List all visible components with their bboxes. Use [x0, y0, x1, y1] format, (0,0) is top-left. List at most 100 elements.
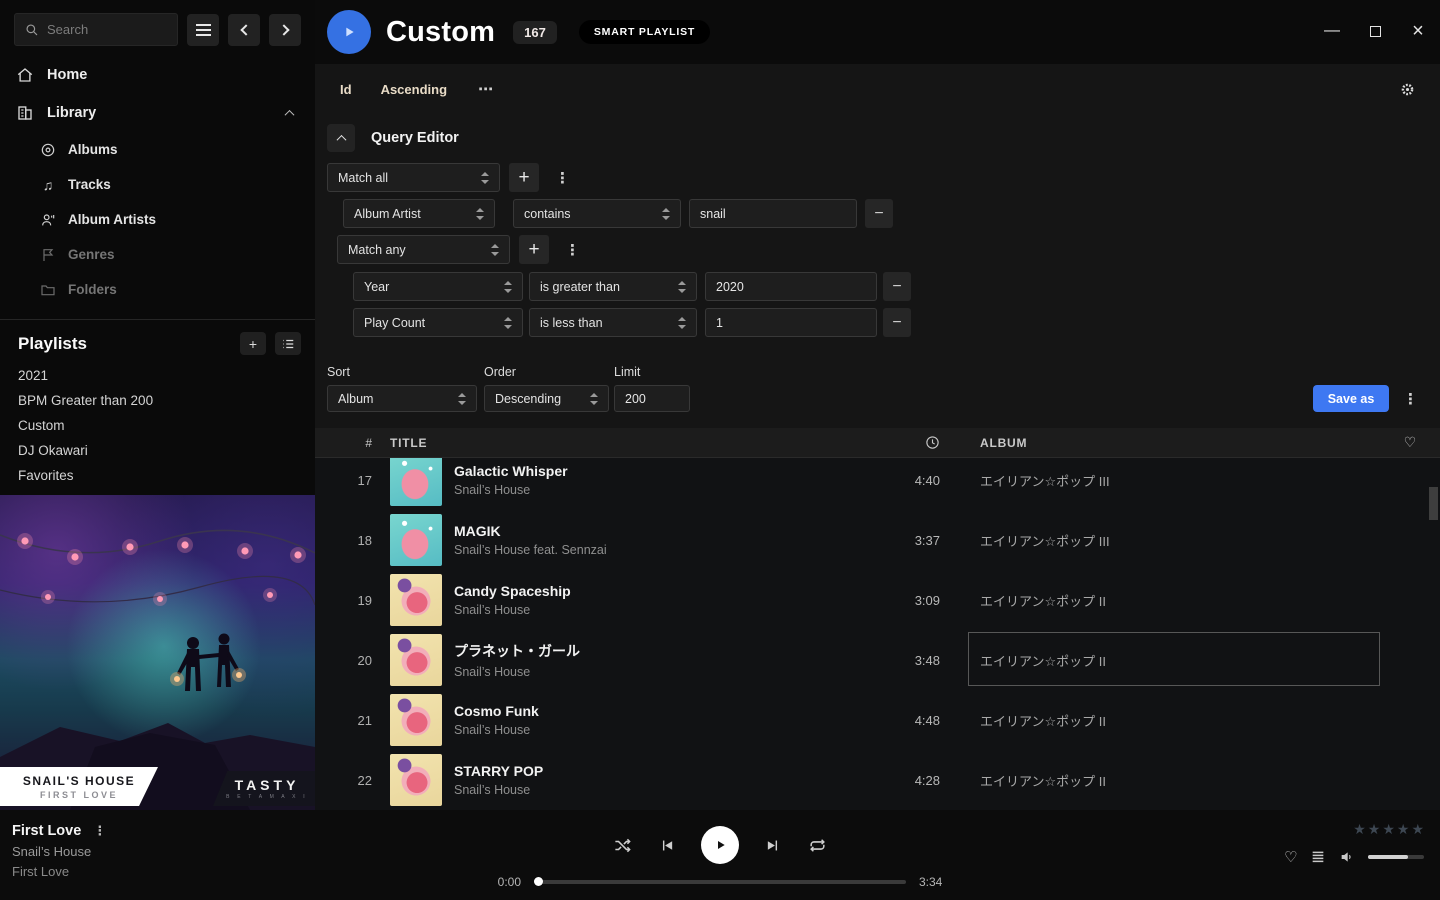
- rule-operator-select[interactable]: is less than: [529, 308, 697, 337]
- remove-rule-button[interactable]: −: [883, 272, 911, 301]
- search-input[interactable]: [47, 22, 157, 37]
- sidebar-item-folders[interactable]: Folders: [0, 272, 315, 307]
- sort-field-control[interactable]: Id: [340, 82, 352, 97]
- scrollbar-thumb[interactable]: [1429, 487, 1438, 520]
- star-icon[interactable]: ★: [1382, 821, 1395, 838]
- column-favorite[interactable]: ♡: [1380, 434, 1440, 451]
- sidebar-item-albums[interactable]: Albums: [0, 132, 315, 167]
- library-icon: [16, 104, 34, 122]
- sidebar-item-genres[interactable]: Genres: [0, 237, 315, 272]
- track-row[interactable]: 19 Candy SpaceshipSnail’s House 3:09 エイリ…: [315, 570, 1440, 630]
- rating-stars[interactable]: ★ ★ ★ ★ ★: [1284, 821, 1424, 838]
- track-row[interactable]: 17 Galactic WhisperSnail’s House 4:40 エイ…: [315, 458, 1440, 510]
- maximize-button[interactable]: [1368, 24, 1382, 38]
- play-playlist-button[interactable]: [327, 10, 371, 54]
- add-rule-button[interactable]: +: [519, 235, 549, 264]
- settings-button[interactable]: [1399, 81, 1416, 98]
- previous-track-button[interactable]: [658, 837, 675, 854]
- column-title[interactable]: TITLE: [390, 436, 880, 450]
- volume-slider[interactable]: [1368, 855, 1424, 859]
- rule-value-field[interactable]: [705, 308, 877, 337]
- remove-rule-button[interactable]: −: [865, 199, 893, 228]
- track-album-cell[interactable]: エイリアン☆ポップ II: [980, 711, 1380, 730]
- star-icon[interactable]: ★: [1353, 821, 1366, 838]
- more-options-button[interactable]: ⋯: [478, 80, 494, 98]
- column-duration[interactable]: [880, 435, 940, 450]
- shuffle-button[interactable]: [613, 836, 632, 855]
- play-icon: [341, 24, 357, 40]
- playlist-item[interactable]: DJ Okawari: [18, 438, 301, 463]
- select-chevrons-icon: [504, 281, 512, 293]
- sidebar-item-library[interactable]: Library: [0, 94, 315, 132]
- add-playlist-button[interactable]: +: [240, 332, 266, 355]
- playlist-item[interactable]: Favorites: [18, 463, 301, 488]
- repeat-button[interactable]: [808, 836, 827, 855]
- save-menu-button[interactable]: ⋮: [1397, 390, 1424, 408]
- album-art-title: FIRST LOVE: [40, 790, 118, 800]
- rule-field-select[interactable]: Album Artist: [343, 199, 495, 228]
- track-album-cell-focused[interactable]: エイリアン☆ポップ II: [980, 651, 1380, 670]
- volume-button[interactable]: [1339, 849, 1355, 865]
- minimize-button[interactable]: —: [1325, 24, 1339, 38]
- sidebar-item-label: Album Artists: [68, 212, 156, 227]
- star-icon[interactable]: ★: [1368, 821, 1381, 838]
- track-table-header: # TITLE ALBUM ♡: [315, 428, 1440, 458]
- remove-rule-button[interactable]: −: [883, 308, 911, 337]
- match-all-select[interactable]: Match all: [327, 163, 500, 192]
- rule-value-field[interactable]: [705, 272, 877, 301]
- track-row[interactable]: 21 Cosmo FunkSnail’s House 4:48 エイリアン☆ポッ…: [315, 690, 1440, 750]
- rule-value-field[interactable]: [689, 199, 857, 228]
- select-chevrons-icon: [476, 208, 484, 220]
- close-button[interactable]: ×: [1411, 24, 1425, 38]
- query-editor-collapse-button[interactable]: [327, 124, 355, 152]
- rule-operator-select[interactable]: is greater than: [529, 272, 697, 301]
- column-index[interactable]: #: [315, 436, 372, 450]
- seek-bar[interactable]: [534, 880, 906, 884]
- sidebar-item-tracks[interactable]: ♫ Tracks: [0, 167, 315, 202]
- play-button[interactable]: [701, 826, 739, 864]
- add-rule-button[interactable]: +: [509, 163, 539, 192]
- group-menu-button[interactable]: ⋮: [549, 169, 576, 187]
- track-row[interactable]: 18 MAGIKSnail’s House feat. Sennzai 3:37…: [315, 510, 1440, 570]
- track-album-cell[interactable]: エイリアン☆ポップ II: [980, 771, 1380, 790]
- track-row[interactable]: 22 STARRY POPSnail’s House 4:28 エイリアン☆ポッ…: [315, 750, 1440, 810]
- sidebar-item-home[interactable]: Home: [0, 56, 315, 94]
- star-icon[interactable]: ★: [1411, 821, 1424, 838]
- group-menu-button[interactable]: ⋮: [559, 241, 586, 259]
- star-icon[interactable]: ★: [1397, 821, 1410, 838]
- sort-select[interactable]: Album: [327, 385, 477, 412]
- track-album-cell[interactable]: エイリアン☆ポップ III: [980, 531, 1380, 550]
- now-playing-menu-button[interactable]: ⋮: [93, 823, 106, 839]
- playlist-item[interactable]: 2021: [18, 363, 301, 388]
- rule-field-select[interactable]: Year: [353, 272, 523, 301]
- track-album-cell[interactable]: エイリアン☆ポップ II: [980, 591, 1380, 610]
- playlist-list-button[interactable]: [275, 332, 301, 355]
- track-row[interactable]: 20 プラネット・ガールSnail’s House 3:48 エイリアン☆ポップ…: [315, 630, 1440, 690]
- list-toolbar: Id Ascending ⋯: [315, 64, 1440, 114]
- chevron-up-icon: [336, 134, 346, 144]
- save-as-button[interactable]: Save as: [1313, 385, 1389, 412]
- match-any-select[interactable]: Match any: [337, 235, 510, 264]
- sort-direction-control[interactable]: Ascending: [381, 82, 447, 97]
- rule-operator-select[interactable]: contains: [513, 199, 681, 228]
- rule-field-select[interactable]: Play Count: [353, 308, 523, 337]
- playlist-item[interactable]: BPM Greater than 200: [18, 388, 301, 413]
- seek-thumb[interactable]: [534, 877, 543, 886]
- track-album-cell[interactable]: エイリアン☆ポップ III: [980, 471, 1380, 490]
- next-track-button[interactable]: [765, 837, 782, 854]
- column-album[interactable]: ALBUM: [980, 436, 1380, 450]
- favorite-button[interactable]: ♡: [1284, 848, 1297, 866]
- album-cover-thumbnail: [390, 694, 442, 746]
- collapse-chevron-icon[interactable]: [285, 109, 295, 119]
- select-chevrons-icon: [678, 281, 686, 293]
- sidebar-item-album-artists[interactable]: Album Artists: [0, 202, 315, 237]
- nav-forward-button[interactable]: [269, 14, 301, 46]
- menu-button[interactable]: [187, 14, 219, 46]
- playlist-item[interactable]: Custom: [18, 413, 301, 438]
- order-select[interactable]: Descending: [484, 385, 609, 412]
- limit-field[interactable]: [614, 385, 690, 412]
- search-box[interactable]: [14, 13, 178, 46]
- queue-button[interactable]: [1310, 849, 1326, 865]
- nav-back-button[interactable]: [228, 14, 260, 46]
- select-chevrons-icon: [458, 393, 466, 405]
